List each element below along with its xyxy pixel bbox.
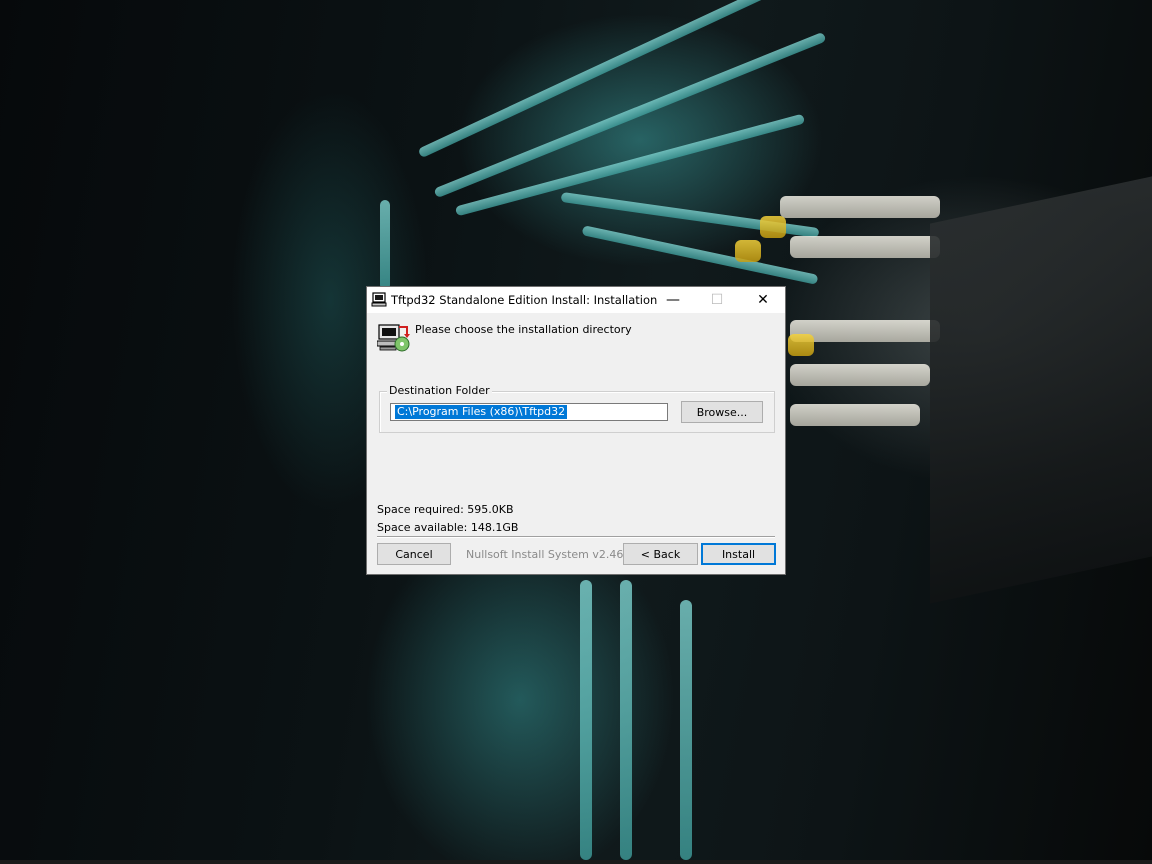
wallpaper-connector bbox=[760, 216, 786, 238]
wallpaper-cable bbox=[380, 200, 390, 290]
wallpaper-cable bbox=[680, 600, 692, 860]
destination-path-text: C:\Program Files (x86)\Tftpd32 bbox=[395, 405, 568, 419]
browse-button[interactable]: Browse... bbox=[681, 401, 763, 423]
back-button[interactable]: < Back bbox=[623, 543, 698, 565]
dialog-header: Please choose the installation directory bbox=[367, 313, 785, 377]
wallpaper-connector bbox=[788, 334, 814, 356]
installer-computer-icon bbox=[377, 324, 410, 352]
wallpaper-cable bbox=[620, 580, 632, 860]
installer-dialog: Tftpd32 Standalone Edition Install: Inst… bbox=[366, 286, 786, 575]
wallpaper-connector bbox=[790, 364, 930, 386]
branding-divider bbox=[377, 536, 775, 538]
maximize-button[interactable]: ☐ bbox=[695, 287, 739, 313]
wallpaper-cable bbox=[580, 580, 592, 860]
app-computer-icon bbox=[371, 292, 387, 307]
destination-path-input[interactable]: C:\Program Files (x86)\Tftpd32 bbox=[390, 403, 668, 421]
space-available-text: Space available: 148.1GB bbox=[377, 521, 519, 534]
wallpaper-connector bbox=[780, 196, 940, 218]
destination-folder-group: Destination Folder C:\Program Files (x86… bbox=[379, 384, 775, 433]
minimize-button[interactable]: — bbox=[651, 287, 695, 313]
window-title: Tftpd32 Standalone Edition Install: Inst… bbox=[391, 293, 661, 307]
wallpaper-switch bbox=[930, 176, 1152, 604]
close-button[interactable]: ✕ bbox=[741, 287, 785, 313]
destination-folder-label: Destination Folder bbox=[387, 384, 492, 397]
wallpaper-connector bbox=[735, 240, 761, 262]
branding-text: Nullsoft Install System v2.46 bbox=[466, 548, 624, 561]
space-required-text: Space required: 595.0KB bbox=[377, 503, 514, 516]
taskbar-edge bbox=[0, 860, 1152, 864]
header-instruction: Please choose the installation directory bbox=[415, 323, 632, 336]
wallpaper-connector bbox=[790, 236, 940, 258]
wallpaper-connector bbox=[790, 404, 920, 426]
cancel-button[interactable]: Cancel bbox=[377, 543, 451, 565]
title-bar[interactable]: Tftpd32 Standalone Edition Install: Inst… bbox=[367, 287, 785, 313]
install-button[interactable]: Install bbox=[701, 543, 776, 565]
